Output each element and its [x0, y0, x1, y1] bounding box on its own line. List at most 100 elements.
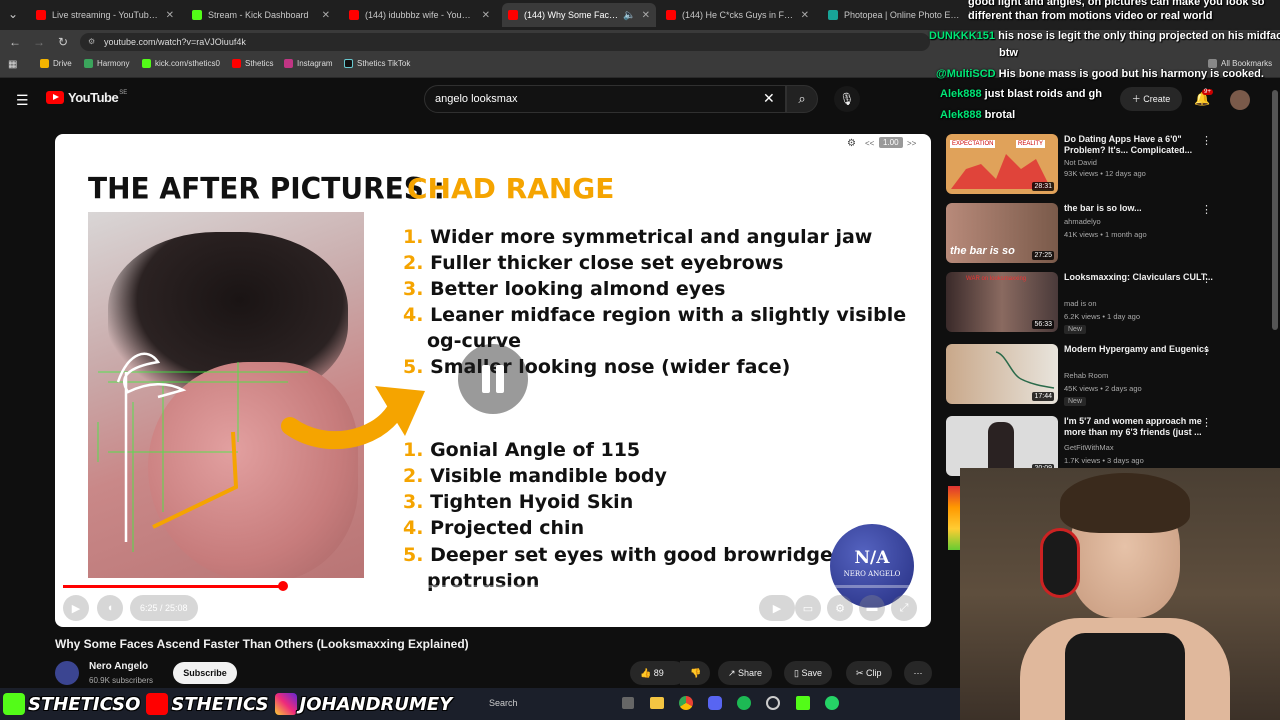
- play-button[interactable]: ▶: [63, 595, 89, 621]
- url-field[interactable]: ⚙ youtube.com/watch?v=raVJOiuuf4k: [80, 33, 930, 51]
- rec-title[interactable]: Modern Hypergamy and Eugenics: [1064, 344, 1214, 355]
- tab-current-video[interactable]: (144) Why Some Faces Asc 🔈 ✕: [502, 3, 656, 27]
- youtube-icon: [232, 59, 241, 68]
- more-vert-icon[interactable]: ⋮: [1201, 416, 1212, 429]
- task-view-icon[interactable]: [622, 697, 634, 709]
- bookmark-drive[interactable]: Drive: [40, 59, 72, 68]
- tab-kick-dashboard[interactable]: Stream - Kick Dashboard ✕: [186, 3, 336, 27]
- rec-channel[interactable]: ahmadelyo: [1064, 217, 1101, 226]
- rec-title[interactable]: the bar is so low...: [1064, 203, 1214, 214]
- discord-icon[interactable]: [708, 696, 722, 710]
- more-vert-icon[interactable]: ⋮: [1201, 203, 1212, 216]
- more-vert-icon[interactable]: ⋮: [1201, 272, 1212, 285]
- rec-title[interactable]: Do Dating Apps Have a 6'0" Problem? It's…: [1064, 134, 1214, 156]
- save-button[interactable]: ▯ Save: [784, 661, 832, 685]
- bookmark-kick[interactable]: kick.com/sthetics0: [142, 59, 220, 68]
- close-icon[interactable]: ✕: [642, 10, 650, 21]
- scrubber-handle[interactable]: [277, 581, 288, 591]
- tab-idubbbz[interactable]: (144) idubbbz wife - YouTube ✕: [343, 3, 496, 27]
- create-button[interactable]: ＋ Create: [1120, 87, 1182, 111]
- close-icon[interactable]: ✕: [482, 10, 490, 21]
- forward-icon[interactable]: →: [30, 33, 48, 51]
- volume-icon: ◖: [106, 602, 114, 614]
- clip-button[interactable]: ✂ Clip: [846, 661, 892, 685]
- video-thumbnail: the bar is so 27:25: [946, 203, 1058, 263]
- clear-search-icon[interactable]: ✕: [763, 90, 775, 107]
- youtube-logo[interactable]: YouTube SE: [46, 90, 127, 105]
- volume-button[interactable]: ◖: [97, 595, 123, 621]
- fullscreen-button[interactable]: ⤢: [891, 595, 917, 621]
- captions-button[interactable]: ▭: [795, 595, 821, 621]
- video-player[interactable]: THE AFTER PICTURES : CHAD RANGE 1. Wider…: [55, 134, 931, 627]
- dislike-button[interactable]: 👎: [680, 661, 710, 685]
- rec-title[interactable]: I'm 5'7 and women approach me more than …: [1064, 416, 1214, 438]
- site-info-icon[interactable]: ⚙: [88, 33, 95, 51]
- close-icon[interactable]: ✕: [801, 10, 809, 21]
- speaker-icon[interactable]: 🔈: [623, 10, 635, 21]
- rec-title[interactable]: Looksmaxxing: Claviculars CULT...: [1064, 272, 1214, 283]
- whatsapp-icon[interactable]: [825, 696, 839, 710]
- progress-bar[interactable]: [63, 581, 921, 591]
- recommendation-item[interactable]: WAR on looksmaxxing 56:33 Looksmaxxing: …: [946, 272, 1246, 338]
- settings-button[interactable]: ⚙: [827, 595, 853, 621]
- bookmark-instagram[interactable]: Instagram: [284, 59, 333, 68]
- youtube-wordmark: YouTube: [68, 90, 119, 105]
- playback-speed[interactable]: 1.00: [879, 137, 903, 148]
- speed-decrease-button[interactable]: <<: [865, 139, 874, 148]
- more-vert-icon[interactable]: ⋮: [1201, 344, 1212, 357]
- tab-photopea[interactable]: Photopea | Online Photo Editor ✕: [822, 3, 982, 27]
- subscribe-button[interactable]: Subscribe: [173, 662, 237, 684]
- rec-meta: 93K views • 12 days ago: [1064, 169, 1146, 178]
- theater-button[interactable]: ▬: [859, 595, 885, 621]
- back-icon[interactable]: ←: [6, 33, 24, 51]
- voice-search-button[interactable]: 🎙: [834, 86, 860, 112]
- tab-youtube-studio[interactable]: Live streaming - YouTube Stud ✕: [30, 3, 180, 27]
- share-button[interactable]: ↗ Share: [718, 661, 773, 685]
- spotify-icon[interactable]: [737, 696, 751, 710]
- like-count: 89: [653, 668, 664, 678]
- bookmark-sthetics[interactable]: Sthetics: [232, 59, 273, 68]
- kick-app-icon[interactable]: [796, 696, 810, 710]
- more-actions-button[interactable]: ⋯: [904, 661, 932, 685]
- channel-name[interactable]: Nero Angelo: [89, 661, 148, 672]
- search-input[interactable]: angelo looksmax: [424, 85, 786, 113]
- close-icon[interactable]: ✕: [322, 10, 330, 21]
- all-bookmarks[interactable]: All Bookmarks: [1208, 59, 1272, 68]
- more-icon: ⋯: [913, 668, 923, 678]
- scissors-icon: ✂: [856, 668, 867, 678]
- photopea-icon: [828, 10, 838, 20]
- reload-icon[interactable]: ↻: [54, 33, 72, 51]
- recommendation-item[interactable]: the bar is so 27:25 the bar is so low...…: [946, 203, 1246, 269]
- apps-icon[interactable]: ▦: [8, 59, 17, 70]
- rec-channel[interactable]: Rehab Room: [1064, 371, 1108, 380]
- rec-channel[interactable]: Not David: [1064, 158, 1097, 167]
- chrome-icon[interactable]: [679, 696, 693, 710]
- channel-avatar[interactable]: [55, 661, 79, 685]
- menu-icon[interactable]: ☰: [16, 92, 29, 109]
- rec-channel[interactable]: mad is on: [1064, 299, 1097, 308]
- avatar[interactable]: [1230, 90, 1250, 110]
- rec-channel[interactable]: GetFitWithMax: [1064, 443, 1114, 452]
- speed-increase-button[interactable]: >>: [907, 139, 916, 148]
- dislike-icon: 👎: [690, 668, 702, 678]
- obs-icon[interactable]: [766, 696, 780, 710]
- bookmark-tiktok[interactable]: Sthetics TikTok: [344, 59, 410, 68]
- file-explorer-icon[interactable]: [650, 697, 664, 709]
- recommendation-item[interactable]: 17:44 Modern Hypergamy and Eugenics Reha…: [946, 344, 1246, 410]
- close-icon[interactable]: ✕: [166, 10, 174, 21]
- settings-gear-icon[interactable]: ⚙: [847, 138, 856, 149]
- bookmark-label: Harmony: [97, 59, 130, 68]
- search-button[interactable]: ⌕: [786, 85, 818, 113]
- bookmark-harmony[interactable]: Harmony: [84, 59, 129, 68]
- youtube-play-icon: [46, 91, 64, 104]
- like-button[interactable]: 👍 89: [630, 661, 686, 685]
- scrollbar[interactable]: [1272, 90, 1278, 330]
- tab-he-video[interactable]: (144) He C*cks Guys in Front of ✕: [660, 3, 815, 27]
- recommendation-item[interactable]: EXPECTATION REALITY 28:31 Do Dating Apps…: [946, 134, 1246, 200]
- chat-text: his nose is legit the only thing project…: [998, 30, 1280, 42]
- tab-search-icon[interactable]: ⌄: [4, 5, 22, 23]
- autoplay-toggle[interactable]: ▶: [759, 595, 795, 621]
- more-vert-icon[interactable]: ⋮: [1201, 134, 1212, 147]
- taskbar-search[interactable]: Search: [489, 698, 518, 708]
- pause-overlay-icon[interactable]: [458, 344, 528, 414]
